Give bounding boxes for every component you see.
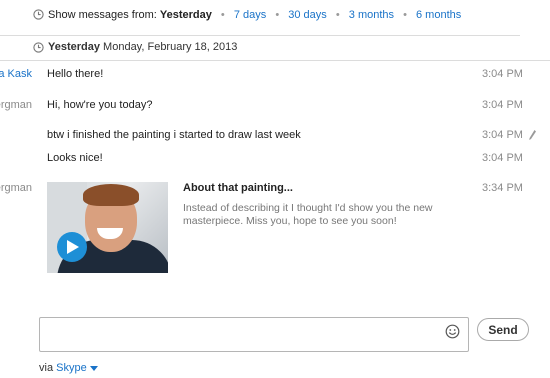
message-text: Looks nice! [47, 152, 103, 164]
play-button[interactable] [57, 232, 87, 262]
range-7-days-link[interactable]: 7 days [234, 9, 266, 21]
message-time: 3:04 PM [482, 99, 523, 111]
range-3-months-link[interactable]: 3 months [349, 9, 394, 21]
divider [0, 35, 520, 36]
day-header: Yesterday Monday, February 18, 2013 [0, 38, 550, 60]
card-title: About that painting... [183, 182, 293, 194]
via-service: via Skype [39, 362, 98, 374]
separator-dot: • [403, 9, 407, 21]
chevron-down-icon[interactable] [89, 365, 98, 371]
message-time: 3:04 PM [482, 68, 523, 80]
divider [0, 60, 550, 61]
message-text: btw i finished the painting i started to… [47, 129, 301, 141]
range-6-months-link[interactable]: 6 months [416, 9, 461, 21]
message-row: ergman Hi, how're you today? 3:04 PM [0, 99, 550, 115]
message-time: 3:04 PM [482, 152, 523, 164]
separator-dot: • [220, 9, 225, 21]
message-input[interactable] [39, 317, 469, 352]
range-30-days-link[interactable]: 30 days [288, 9, 327, 21]
day-header-text: Yesterday Monday, February 18, 2013 [48, 41, 237, 53]
edit-pencil-icon[interactable] [528, 129, 537, 141]
filter-label: Show messages from: Yesterday [48, 9, 212, 21]
selected-range[interactable]: Yesterday [160, 9, 212, 21]
message-row: a Kask Hello there! 3:04 PM [0, 68, 550, 84]
emoticon-icon[interactable] [445, 324, 460, 339]
history-filter-bar: Show messages from: Yesterday • 7 days •… [0, 0, 550, 36]
message-time: 3:04 PM [482, 129, 523, 141]
clock-icon [33, 9, 44, 20]
video-thumbnail[interactable] [47, 182, 168, 273]
message-text: Hello there! [47, 68, 104, 80]
sender-name[interactable]: a Kask [0, 68, 32, 80]
separator-dot: • [335, 9, 340, 21]
history-range-list: Show messages from: Yesterday • 7 days •… [48, 9, 461, 21]
sender-name[interactable]: ergman [0, 182, 32, 194]
clock-icon [33, 42, 44, 53]
service-selector[interactable]: Skype [56, 362, 87, 374]
shared-video-card: About that painting... Instead of descri… [47, 182, 467, 274]
separator-dot: • [275, 9, 280, 21]
day-date: Monday, February 18, 2013 [103, 41, 238, 53]
message-time: 3:34 PM [482, 182, 523, 194]
card-description: Instead of describing it I thought I'd s… [183, 202, 433, 227]
message-row: btw i finished the painting i started to… [0, 129, 550, 145]
send-button[interactable]: Send [477, 318, 529, 341]
message-text: Hi, how're you today? [47, 99, 153, 111]
day-label: Yesterday [48, 41, 100, 53]
play-icon [67, 240, 79, 254]
message-row: Looks nice! 3:04 PM [0, 152, 550, 168]
sender-name[interactable]: ergman [0, 99, 32, 111]
